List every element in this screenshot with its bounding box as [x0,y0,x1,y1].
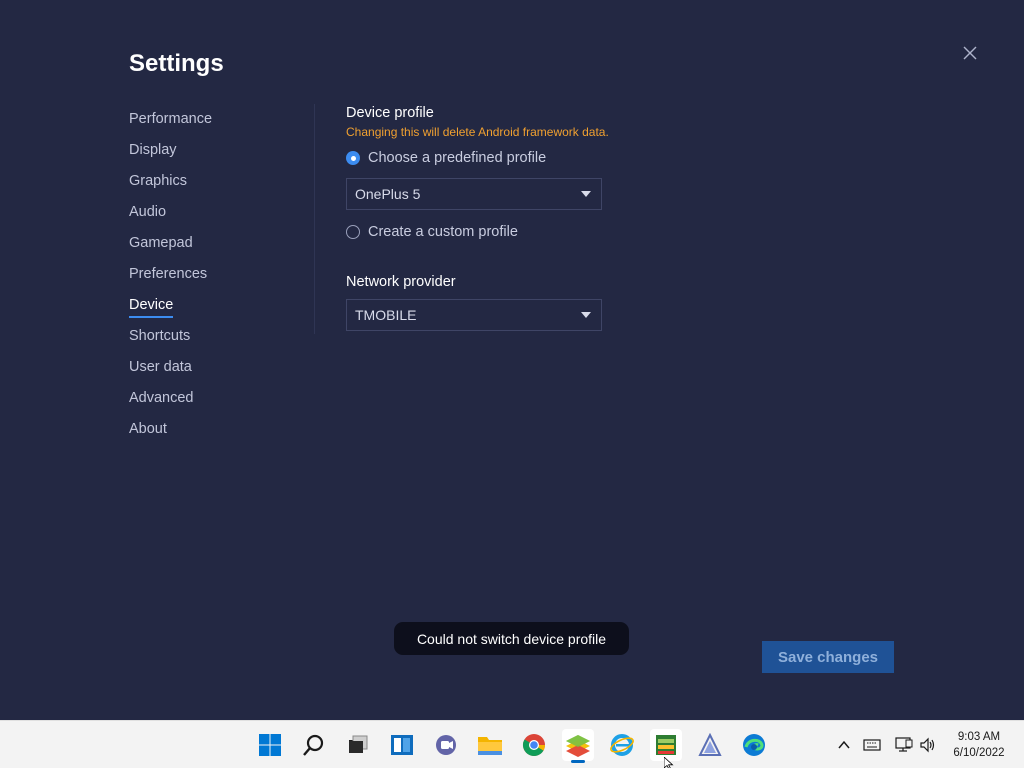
nav-item-label: Performance [129,111,213,127]
taskbar-clock[interactable]: 9:03 AM 6/10/2022 [944,729,1014,761]
internet-explorer-icon[interactable] [606,729,638,761]
chevron-down-icon [581,312,591,318]
nav-item-user-data[interactable]: User data [129,358,299,389]
task-view-icon[interactable] [342,729,374,761]
nav-item-label: About [129,421,167,437]
save-changes-button[interactable]: Save changes [762,641,894,673]
error-toast: Could not switch device profile [394,622,629,655]
nav-item-display[interactable]: Display [129,141,299,172]
taskbar: 9:03 AM 6/10/2022 [0,720,1024,768]
mouse-cursor-icon [664,757,674,768]
predefined-profile-label: Choose a predefined profile [368,150,547,166]
network-icon[interactable] [894,735,914,755]
chevron-down-icon [581,191,591,197]
nav-divider [314,104,315,334]
nav-item-gamepad[interactable]: Gamepad [129,234,299,265]
nav-item-label: Preferences [129,266,208,282]
settings-nav: Performance Display Graphics Audio Gamep… [129,110,299,451]
volume-icon[interactable] [918,735,938,755]
nav-item-preferences[interactable]: Preferences [129,265,299,296]
edge-icon[interactable] [738,729,770,761]
nav-item-advanced[interactable]: Advanced [129,389,299,420]
teams-chat-icon[interactable] [430,729,462,761]
device-profile-value: OnePlus 5 [355,186,421,202]
windows-start-icon[interactable] [254,729,286,761]
clock-time: 9:03 AM [957,731,1001,743]
device-settings-panel: Device profile Changing this will delete… [346,104,946,331]
nav-item-label: User data [129,359,192,375]
network-provider-value: TMOBILE [355,307,417,323]
nav-item-shortcuts[interactable]: Shortcuts [129,327,299,358]
device-profile-title: Device profile [346,105,434,121]
custom-profile-label: Create a custom profile [368,224,518,240]
nav-item-audio[interactable]: Audio [129,203,299,234]
nav-item-label: Gamepad [129,235,193,251]
device-profile-select[interactable]: OnePlus 5 [346,178,602,210]
nav-item-label: Graphics [129,173,188,189]
network-provider-title: Network provider [346,274,456,290]
chrome-icon[interactable] [518,729,550,761]
bluestacks-icon[interactable] [562,729,594,763]
running-indicator [571,760,585,763]
nav-item-graphics[interactable]: Graphics [129,172,299,203]
nav-item-device[interactable]: Device [129,296,299,327]
keyboard-icon[interactable] [862,735,882,755]
device-profile-warning: Changing this will delete Android framew… [346,125,609,139]
chevron-up-icon[interactable] [834,735,854,755]
nav-item-performance[interactable]: Performance [129,110,299,141]
custom-profile-option[interactable]: Create a custom profile [346,223,946,241]
close-button[interactable] [960,43,980,63]
file-explorer-icon[interactable] [474,729,506,761]
nav-item-label: Shortcuts [129,328,191,344]
page-title: Settings [129,50,224,77]
search-icon[interactable] [298,729,330,761]
settings-window: Settings Performance Display Graphics Au… [0,0,1024,720]
nav-item-about[interactable]: About [129,420,299,451]
nav-item-label: Device [129,296,174,318]
close-icon [963,46,977,60]
network-provider-select[interactable]: TMOBILE [346,299,602,331]
nav-item-label: Display [129,142,177,158]
clock-date: 6/10/2022 [953,747,1005,759]
widgets-icon[interactable] [386,729,418,761]
predefined-profile-radio[interactable] [346,151,360,165]
predefined-profile-option[interactable]: Choose a predefined profile [346,149,946,167]
nav-item-label: Advanced [129,390,194,406]
custom-profile-radio[interactable] [346,225,360,239]
arch-app-icon[interactable] [694,729,726,761]
nav-item-label: Audio [129,204,167,220]
